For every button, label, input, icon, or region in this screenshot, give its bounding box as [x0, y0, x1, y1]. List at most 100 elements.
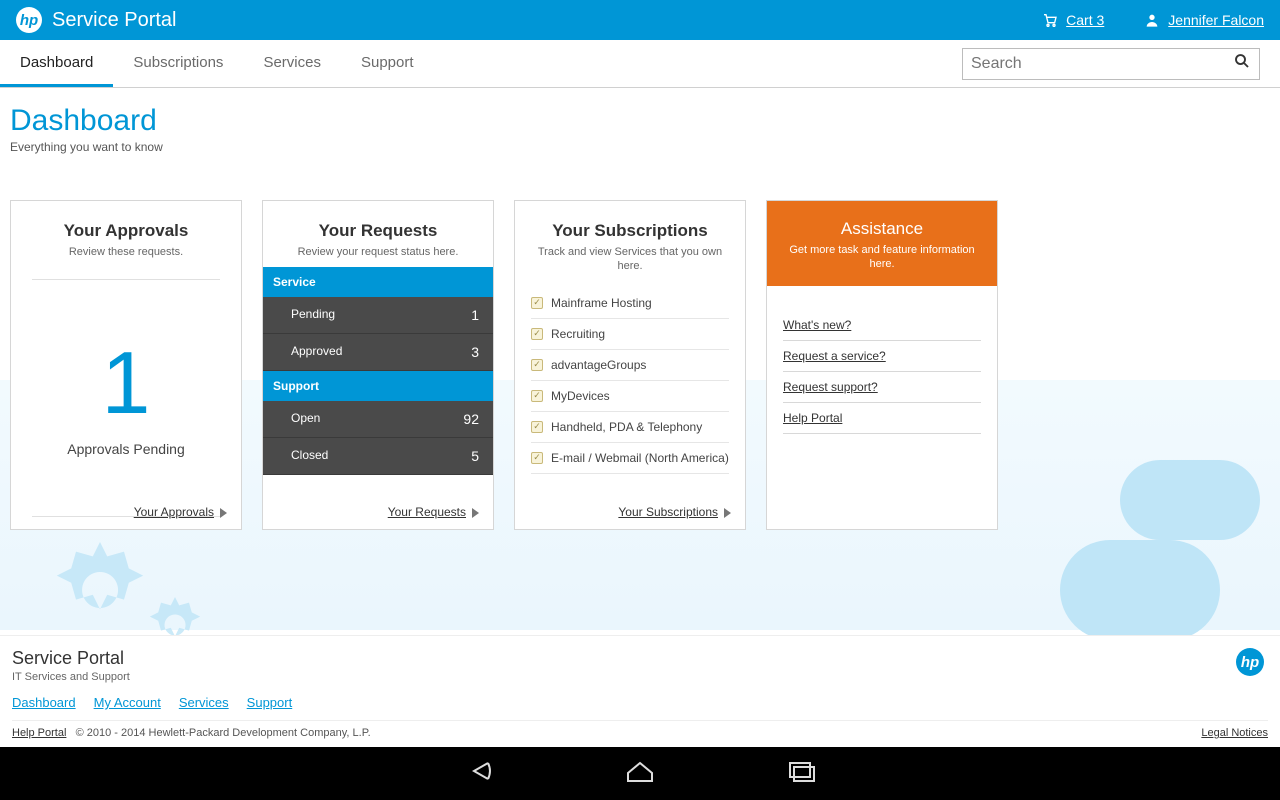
user-icon — [1144, 12, 1160, 28]
search-input[interactable] — [971, 55, 1233, 73]
legal-notices-link[interactable]: Legal Notices — [1201, 727, 1268, 739]
request-row[interactable]: Pending 1 — [263, 297, 493, 334]
search-box[interactable] — [962, 48, 1260, 80]
cart-link[interactable]: Cart 3 — [1042, 12, 1104, 28]
cards-row: Your Approvals Review these requests. 1 … — [0, 160, 1280, 530]
divider — [32, 279, 221, 280]
top-bar: hp Service Portal Cart 3 Jennifer Falcon — [0, 0, 1280, 40]
subscription-label: Handheld, PDA & Telephony — [551, 420, 702, 434]
card-title: Your Requests — [277, 221, 479, 241]
request-row-label: Pending — [291, 307, 335, 323]
page-subtitle: Everything you want to know — [10, 140, 1270, 154]
brand-title: Service Portal — [52, 9, 177, 32]
tabs: DashboardSubscriptionsServicesSupport — [0, 40, 434, 87]
subscription-item[interactable]: ✓ advantageGroups — [531, 350, 729, 381]
card-head: Your Approvals Review these requests. — [11, 201, 241, 267]
subscription-item[interactable]: ✓Handheld, PDA & Telephony — [531, 412, 729, 443]
approvals-count-wrap: 1 Approvals Pending — [11, 292, 241, 504]
nav-row: DashboardSubscriptionsServicesSupport — [0, 40, 1280, 88]
hp-logo: hp — [16, 7, 42, 33]
page-header: Dashboard Everything you want to know — [0, 88, 1280, 160]
chevron-right-icon — [472, 508, 479, 518]
subscriptions-list: ✓ Mainframe Hosting ✓ Recruiting ✓ advantageG… — [515, 282, 745, 480]
tab-services[interactable]: Services — [243, 40, 341, 87]
footer-link-my-account[interactable]: My Account — [94, 695, 161, 710]
request-section-header: Service — [263, 267, 493, 297]
top-bar-right: Cart 3 Jennifer Falcon — [1042, 12, 1264, 28]
card-footer: Your Subscriptions — [515, 495, 745, 529]
request-row-label: Approved — [291, 344, 342, 360]
card-footer: Your Approvals — [11, 495, 241, 529]
copyright: © 2010 - 2014 Hewlett-Packard Developmen… — [76, 727, 371, 739]
android-nav-bar — [0, 747, 1280, 800]
tab-dashboard[interactable]: Dashboard — [0, 40, 113, 87]
footer-link-dashboard[interactable]: Dashboard — [12, 695, 76, 710]
user-name: Jennifer Falcon — [1168, 12, 1264, 28]
subscription-label: Recruiting — [551, 327, 605, 341]
subscription-label: advantageGroups — [551, 358, 646, 372]
check-icon: ✓ — [531, 452, 543, 464]
card-subtitle: Track and view Services that you own her… — [529, 245, 731, 274]
card-head: Your Requests Review your request status… — [263, 201, 493, 267]
card-subtitle: Review your request status here. — [277, 245, 479, 259]
subscription-label: Mainframe Hosting — [551, 296, 652, 310]
footer-title: Service Portal — [12, 648, 1268, 669]
assistance-link[interactable]: Help Portal — [783, 403, 981, 434]
footer-links: Dashboard My Account Services Support — [12, 695, 1268, 710]
request-row[interactable]: Closed5 — [263, 438, 493, 475]
card-title: Your Subscriptions — [529, 221, 731, 241]
subscriptions-link[interactable]: Your Subscriptions — [618, 505, 718, 519]
help-portal-link[interactable]: Help Portal — [12, 727, 66, 739]
recent-apps-icon[interactable] — [780, 757, 820, 790]
subscription-label: E-mail / Webmail (North America) — [551, 451, 729, 465]
card-approvals: Your Approvals Review these requests. 1 … — [10, 200, 242, 530]
footer-link-services[interactable]: Services — [179, 695, 229, 710]
subscription-item[interactable]: ✓ Recruiting — [531, 319, 729, 350]
request-row[interactable]: Approved 3 — [263, 334, 493, 371]
user-link[interactable]: Jennifer Falcon — [1144, 12, 1264, 28]
request-row[interactable]: Open92 — [263, 401, 493, 438]
tab-support[interactable]: Support — [341, 40, 434, 87]
footer-bottom: Help Portal © 2010 - 2014 Hewlett-Packar… — [12, 720, 1268, 739]
chevron-right-icon — [724, 508, 731, 518]
card-assistance: Assistance Get more task and feature inf… — [766, 200, 998, 530]
cloud-icon — [1060, 540, 1220, 640]
cart-label: Cart 3 — [1066, 12, 1104, 28]
card-footer: Your Requests — [263, 495, 493, 529]
approvals-count: 1 — [102, 339, 151, 427]
assistance-links: What's new?Request a service?Request sup… — [767, 286, 997, 458]
requests-body: ServicePending1Approved3SupportOpen92Clo… — [263, 267, 493, 475]
assistance-link[interactable]: What's new? — [783, 310, 981, 341]
subscription-label: MyDevices — [551, 389, 610, 403]
subscription-item[interactable]: ✓ MyDevices — [531, 381, 729, 412]
page-title: Dashboard — [10, 104, 1270, 138]
assistance-link[interactable]: Request a service? — [783, 341, 981, 372]
card-head: Your Subscriptions Track and view Servic… — [515, 201, 745, 282]
card-subscriptions: Your Subscriptions Track and view Servic… — [514, 200, 746, 530]
request-row-value: 1 — [471, 307, 479, 323]
card-subtitle: Review these requests. — [25, 245, 227, 259]
check-icon: ✓ — [531, 359, 543, 371]
cloud-icon — [1120, 460, 1260, 540]
card-requests: Your Requests Review your request status… — [262, 200, 494, 530]
card-head: Assistance Get more task and feature inf… — [767, 201, 997, 286]
footer-link-support[interactable]: Support — [247, 695, 293, 710]
check-icon: ✓ — [531, 390, 543, 402]
card-title: Assistance — [779, 219, 985, 239]
approvals-link[interactable]: Your Approvals — [134, 505, 214, 519]
approvals-count-label: Approvals Pending — [67, 441, 185, 457]
check-icon: ✓ — [531, 328, 543, 340]
footer-subtitle: IT Services and Support — [12, 671, 1268, 683]
subscription-item[interactable]: ✓ Mainframe Hosting — [531, 288, 729, 319]
requests-link[interactable]: Your Requests — [388, 505, 466, 519]
tab-subscriptions[interactable]: Subscriptions — [113, 40, 243, 87]
home-icon[interactable] — [620, 757, 660, 790]
subscription-item[interactable]: ✓ E-mail / Webmail (North America) — [531, 443, 729, 474]
card-subtitle: Get more task and feature information he… — [779, 243, 985, 272]
assistance-link[interactable]: Request support? — [783, 372, 981, 403]
check-icon: ✓ — [531, 297, 543, 309]
back-icon[interactable] — [460, 757, 500, 790]
request-row-value: 3 — [471, 344, 479, 360]
search-icon[interactable] — [1233, 52, 1251, 75]
hp-logo: hp — [1236, 648, 1264, 676]
